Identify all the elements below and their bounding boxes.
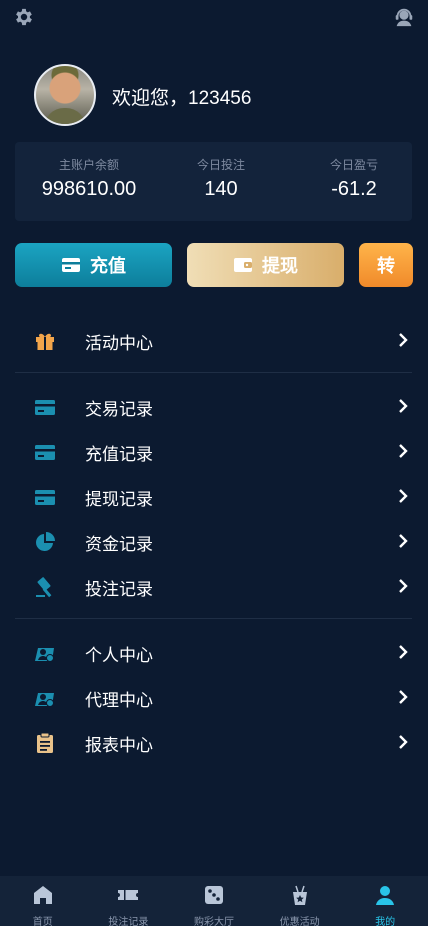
stat-balance: 主账户余额 998610.00 <box>23 142 155 221</box>
promo-icon <box>292 885 307 905</box>
chevron-right-icon <box>399 735 408 749</box>
gear-icon[interactable] <box>13 6 35 28</box>
card-icon <box>35 400 55 415</box>
ticket-icon <box>118 890 139 900</box>
chevron-right-icon <box>399 645 408 659</box>
withdraw-button[interactable]: 提现 <box>187 243 344 287</box>
user-card-icon <box>35 648 54 662</box>
menu-label: 充值记录 <box>85 445 153 464</box>
home-icon <box>33 886 52 904</box>
stat-label: 今日盈亏 <box>329 158 378 172</box>
tab-promotions[interactable]: 优惠活动 <box>257 876 343 926</box>
top-bar <box>0 0 428 34</box>
menu-label: 提现记录 <box>85 490 153 509</box>
menu-divider <box>15 372 412 373</box>
menu-item-bet-records[interactable]: 投注记录 <box>0 564 428 609</box>
chevron-right-icon <box>399 534 408 548</box>
chevron-right-icon <box>399 444 408 458</box>
tab-mine[interactable]: 我的 <box>342 876 428 926</box>
menu-item-transaction-records[interactable]: 交易记录 <box>0 384 428 429</box>
menu-item-personal-center[interactable]: 个人中心 <box>0 630 428 675</box>
tab-label: 我的 <box>375 917 396 926</box>
menu-item-activity-center[interactable]: 活动中心 <box>0 318 428 363</box>
dice-icon <box>204 886 223 904</box>
menu-item-report-center[interactable]: 报表中心 <box>0 720 428 765</box>
tab-lottery-hall[interactable]: 购彩大厅 <box>171 876 257 926</box>
user-card-icon <box>35 693 54 707</box>
menu-label: 交易记录 <box>85 400 153 419</box>
menu-label: 资金记录 <box>85 535 153 554</box>
clipboard-icon <box>37 732 53 753</box>
stat-label: 主账户余额 <box>58 158 119 172</box>
stat-today-profit: 今日盈亏 -61.2 <box>288 142 420 221</box>
menu-divider <box>15 618 412 619</box>
chevron-right-icon <box>399 399 408 413</box>
gavel-icon <box>36 577 52 598</box>
card-icon <box>35 490 55 505</box>
profile-header: 欢迎您，123456 <box>34 64 394 126</box>
wallet-icon <box>234 258 252 272</box>
chevron-right-icon <box>399 489 408 503</box>
menu-item-agent-center[interactable]: 代理中心 <box>0 675 428 720</box>
tab-label: 购彩大厅 <box>193 917 234 926</box>
account-stats-card: 主账户余额 998610.00 今日投注 140 今日盈亏 -61.2 <box>15 142 412 221</box>
welcome-text: 欢迎您，123456 <box>112 88 252 109</box>
menu-item-withdraw-records[interactable]: 提现记录 <box>0 474 428 519</box>
chevron-right-icon <box>399 333 408 347</box>
tab-label: 投注记录 <box>108 917 149 926</box>
tab-home[interactable]: 首页 <box>0 876 86 926</box>
menu-label: 报表中心 <box>85 736 153 755</box>
user-icon <box>376 886 395 905</box>
menu-label: 活动中心 <box>85 334 153 353</box>
menu-item-recharge-records[interactable]: 充值记录 <box>0 429 428 474</box>
recharge-button[interactable]: 充值 <box>15 243 172 287</box>
transfer-button[interactable]: 转 <box>359 243 413 287</box>
pie-chart-icon <box>36 532 55 551</box>
stat-today-bet: 今日投注 140 <box>155 142 287 221</box>
recharge-label: 充值 <box>90 256 126 276</box>
stat-value: -61.2 <box>331 178 377 200</box>
menu-label: 个人中心 <box>85 646 153 665</box>
menu-item-fund-records[interactable]: 资金记录 <box>0 519 428 564</box>
bottom-tab-bar: 首页 投注记录 购彩大厅 优惠活动 我的 <box>0 876 428 926</box>
menu-label: 代理中心 <box>85 691 153 710</box>
stat-label: 今日投注 <box>196 158 245 172</box>
stat-value: 998610.00 <box>41 178 137 200</box>
stat-value: 140 <box>204 178 238 200</box>
chevron-right-icon <box>399 690 408 704</box>
avatar[interactable] <box>34 64 96 126</box>
wallet-card-icon <box>62 258 80 272</box>
tab-bet-records[interactable]: 投注记录 <box>86 876 172 926</box>
gift-icon <box>36 333 54 350</box>
card-icon <box>35 445 55 460</box>
chevron-right-icon <box>399 579 408 593</box>
transfer-label: 转 <box>377 256 395 276</box>
customer-service-icon[interactable] <box>393 6 415 28</box>
tab-label: 首页 <box>32 917 53 926</box>
withdraw-label: 提现 <box>262 256 298 276</box>
menu-label: 投注记录 <box>85 580 153 599</box>
tab-label: 优惠活动 <box>279 917 320 926</box>
